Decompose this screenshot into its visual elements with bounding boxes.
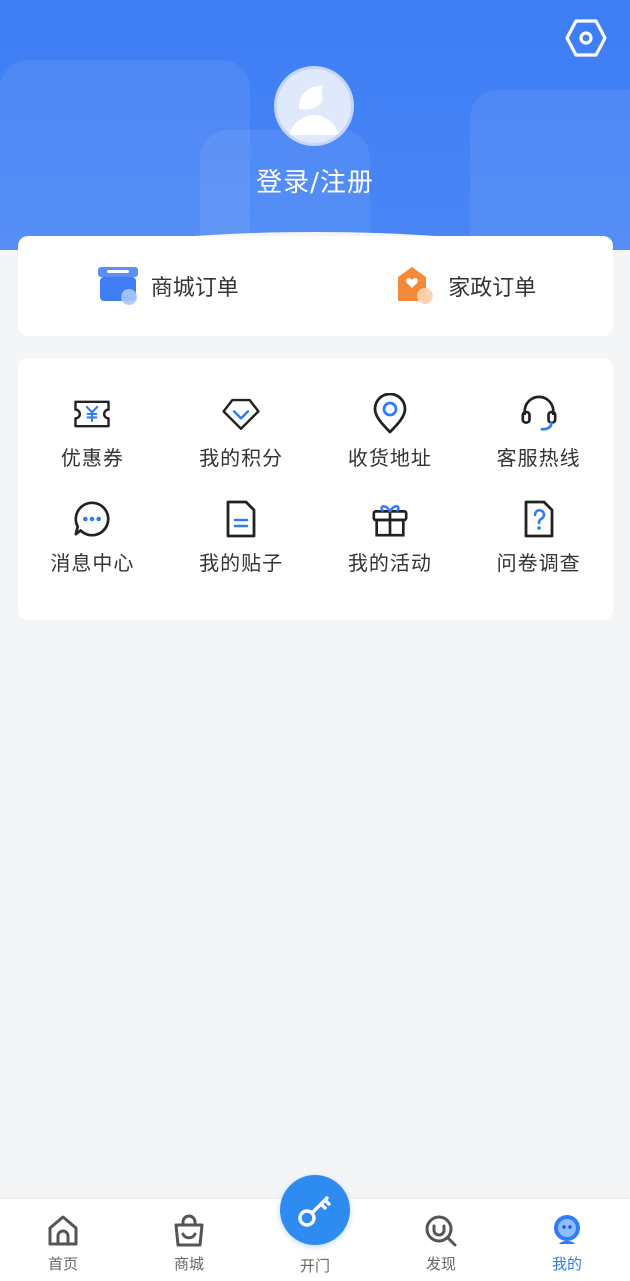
house-heart-icon <box>398 267 434 304</box>
home-icon <box>48 1215 78 1246</box>
tab-mine[interactable]: 我的 <box>504 1199 630 1281</box>
questionnaire-button[interactable]: 问卷调查 <box>464 499 613 576</box>
tab-open-door[interactable]: 开门 <box>252 1175 378 1281</box>
hotline-button[interactable]: 客服热线 <box>464 394 613 471</box>
settings-button[interactable] <box>564 16 608 60</box>
coupon-button[interactable]: 优惠券 <box>18 394 167 471</box>
avatar[interactable] <box>274 66 354 146</box>
message-center-label: 消息中心 <box>50 551 135 575</box>
my-activities-button[interactable]: 我的活动 <box>316 499 465 576</box>
hotline-label: 客服热线 <box>496 446 581 470</box>
bottom-tab-bar: 首页 商城 开门 发现 我的 <box>0 1175 630 1281</box>
tab-mall[interactable]: 商城 <box>126 1199 252 1281</box>
profile-header: 登录/注册 <box>0 0 630 250</box>
headset-icon <box>521 395 557 431</box>
gift-icon <box>372 505 408 537</box>
my-posts-label: 我的贴子 <box>199 551 284 575</box>
key-icon <box>298 1196 331 1227</box>
my-posts-button[interactable]: 我的贴子 <box>167 499 316 576</box>
profile-icon <box>554 1215 580 1244</box>
tab-home[interactable]: 首页 <box>0 1199 126 1281</box>
settings-icon <box>565 19 607 57</box>
tab-open-door-label: 开门 <box>299 1257 330 1275</box>
message-icon <box>74 501 110 537</box>
diamond-icon <box>222 398 260 430</box>
my-activities-label: 我的活动 <box>347 551 432 575</box>
document-icon <box>226 500 256 538</box>
services-card: 优惠券 我的积分 收货地址 客服热线 消息中心 我的贴子 我的活动 问卷调查 <box>18 358 613 620</box>
default-avatar-icon <box>289 85 339 135</box>
login-register-link[interactable]: 登录/注册 <box>0 162 630 199</box>
tab-discover[interactable]: 发现 <box>378 1199 504 1281</box>
questionnaire-label: 问卷调查 <box>496 551 581 575</box>
store-icon <box>97 267 138 305</box>
orders-card: 商城订单 家政订单 <box>18 236 613 336</box>
coupon-label: 优惠券 <box>60 446 124 470</box>
questionnaire-icon <box>524 500 554 538</box>
housekeeping-orders-label: 家政订单 <box>448 276 537 301</box>
shopping-bag-icon <box>174 1214 204 1247</box>
points-label: 我的积分 <box>199 446 284 470</box>
tab-home-label: 首页 <box>47 1255 78 1273</box>
mall-orders-label: 商城订单 <box>150 276 239 301</box>
housekeeping-orders-button[interactable]: 家政订单 <box>316 236 614 336</box>
address-label: 收货地址 <box>347 446 432 470</box>
address-button[interactable]: 收货地址 <box>316 393 465 471</box>
tab-discover-label: 发现 <box>425 1255 456 1273</box>
mall-orders-button[interactable]: 商城订单 <box>18 236 316 336</box>
open-door-button[interactable] <box>280 1175 350 1245</box>
points-button[interactable]: 我的积分 <box>167 394 316 471</box>
message-center-button[interactable]: 消息中心 <box>18 499 167 576</box>
discover-icon <box>425 1215 457 1247</box>
tab-mine-label: 我的 <box>551 1255 582 1273</box>
location-icon <box>373 393 407 434</box>
tab-mall-label: 商城 <box>173 1255 204 1273</box>
coupon-icon <box>74 400 111 428</box>
